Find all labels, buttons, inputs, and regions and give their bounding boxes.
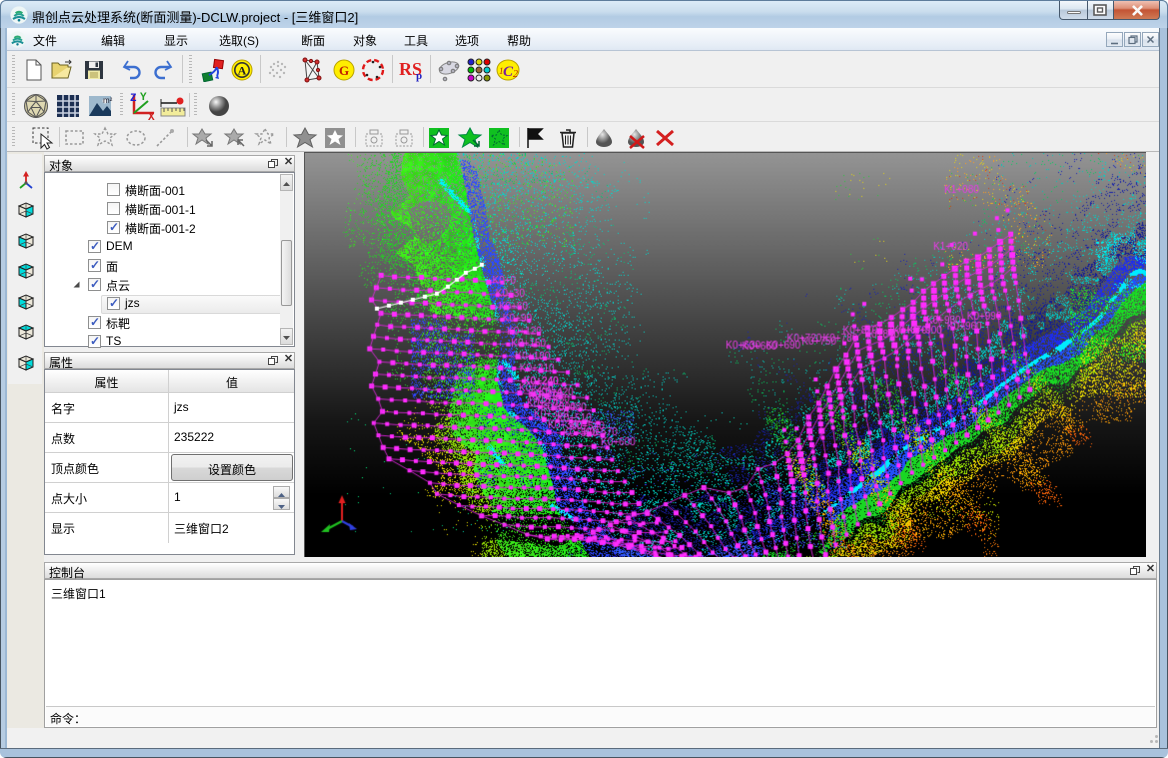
svg-text:p: p (416, 70, 422, 82)
svg-text:Z: Z (130, 93, 137, 105)
svg-text:2: 2 (513, 69, 518, 80)
svg-text:G: G (339, 63, 349, 78)
svg-text:Y: Y (140, 92, 147, 104)
svg-text:m²: m² (103, 96, 113, 105)
svg-text:A: A (238, 64, 247, 78)
svg-text:X: X (148, 112, 155, 121)
